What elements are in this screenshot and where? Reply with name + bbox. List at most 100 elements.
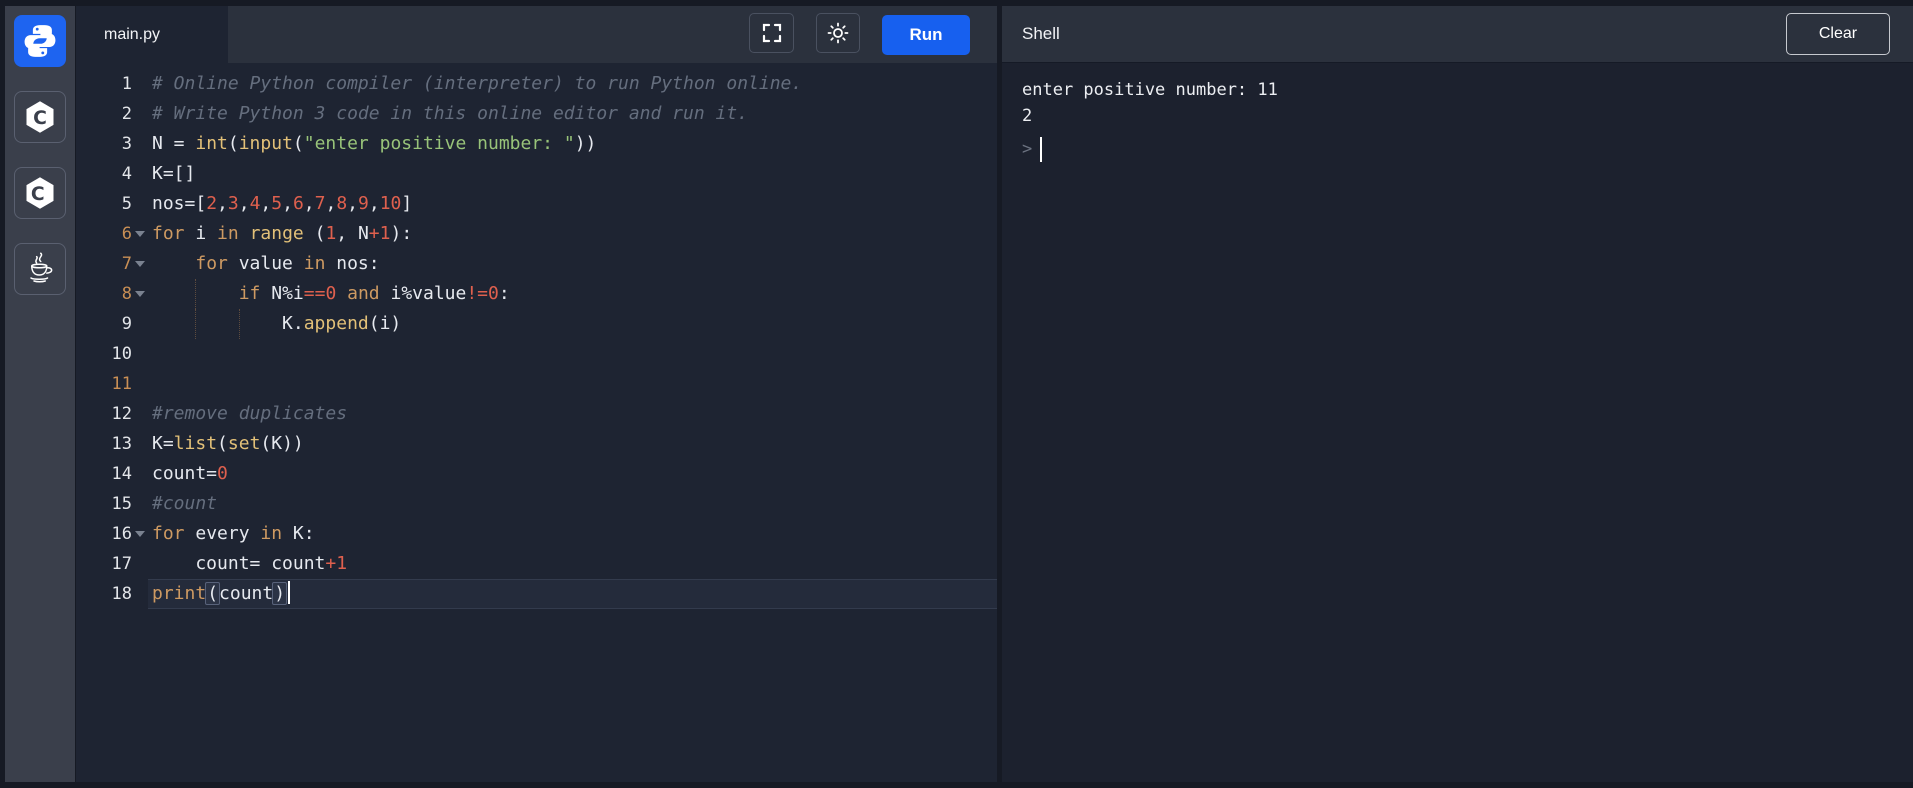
code-text: #count [148, 489, 997, 519]
token-pl: i [185, 223, 218, 244]
theme-toggle-button[interactable] [816, 13, 860, 53]
sidebar-item-c[interactable]: C [14, 91, 66, 143]
fold-slot [132, 219, 148, 249]
c-icon: C [22, 99, 58, 135]
token-pl: nos=[ [152, 193, 206, 214]
fold-slot [132, 549, 148, 579]
gutter-cell: 3 [76, 129, 148, 159]
token-num: 3 [228, 193, 239, 214]
fold-slot [132, 399, 148, 429]
token-pl: count [219, 583, 273, 604]
svg-text:C: C [33, 108, 47, 129]
fold-slot [132, 339, 148, 369]
token-brkt: ( [205, 582, 220, 605]
gutter-cell: 13 [76, 429, 148, 459]
sidebar-item-python[interactable] [14, 15, 66, 67]
token-num: 8 [336, 193, 347, 214]
code-text: if N%i==0 and i%value!=0: [148, 279, 997, 309]
shell-prompt-row[interactable]: > [1022, 134, 1913, 164]
fold-toggle-icon[interactable] [135, 231, 145, 237]
shell-header: Shell Clear [1002, 6, 1913, 63]
code-line[interactable]: 4K=[] [76, 159, 997, 189]
code-line[interactable]: 14count=0 [76, 459, 997, 489]
token-kw: in [304, 253, 326, 274]
line-number: 16 [112, 519, 132, 549]
fold-toggle-icon[interactable] [135, 291, 145, 297]
token-pl: , [325, 193, 336, 214]
code-line[interactable]: 8 if N%i==0 and i%value!=0: [76, 279, 997, 309]
code-line[interactable]: 6for i in range (1, N+1): [76, 219, 997, 249]
clear-button[interactable]: Clear [1786, 13, 1890, 55]
line-number: 14 [112, 459, 132, 489]
line-number: 9 [122, 309, 132, 339]
token-num: 0 [325, 283, 336, 304]
code-line[interactable]: 9 K.append(i) [76, 309, 997, 339]
fold-slot [132, 159, 148, 189]
code-line[interactable]: 10 [76, 339, 997, 369]
gutter-cell: 8 [76, 279, 148, 309]
code-line[interactable]: 3N = int(input("enter positive number: "… [76, 129, 997, 159]
line-number: 5 [122, 189, 132, 219]
gutter-cell: 16 [76, 519, 148, 549]
editor-cursor [288, 581, 290, 604]
sidebar-item-java[interactable] [14, 243, 66, 295]
code-text: # Online Python compiler (interpreter) t… [148, 69, 997, 99]
code-line[interactable]: 16for every in K: [76, 519, 997, 549]
shell-cursor [1040, 137, 1042, 162]
code-line[interactable]: 18print(count) [76, 579, 997, 609]
token-pl: , [347, 193, 358, 214]
token-num: 2 [206, 193, 217, 214]
token-op: + [369, 223, 380, 244]
language-sidebar: C C [5, 6, 75, 782]
code-line[interactable]: 12 #remove duplicates [76, 399, 997, 429]
token-kw: for [152, 523, 185, 544]
code-line[interactable]: 5nos=[2,3,4,5,6,7,8,9,10] [76, 189, 997, 219]
token-pl: , N [336, 223, 369, 244]
token-pl [239, 223, 250, 244]
token-num: 1 [336, 553, 347, 574]
token-fn: append [304, 313, 369, 334]
token-pl: K=[] [152, 163, 195, 184]
code-line[interactable]: 2# Write Python 3 code in this online ed… [76, 99, 997, 129]
run-button[interactable]: Run [882, 15, 970, 55]
token-kw: in [217, 223, 239, 244]
indent-guide [195, 309, 196, 339]
code-line[interactable]: 11 [76, 369, 997, 399]
fullscreen-button[interactable] [749, 13, 794, 53]
code-line[interactable]: 7 for value in nos: [76, 249, 997, 279]
gutter-cell: 17 [76, 549, 148, 579]
shell-output[interactable]: enter positive number: 112 > [1002, 63, 1913, 782]
token-num: 1 [325, 223, 336, 244]
code-text: for value in nos: [148, 249, 997, 279]
code-text: count= count+1 [148, 549, 997, 579]
tab-main-py[interactable]: main.py [76, 6, 228, 63]
cpp-icon: C [22, 175, 58, 211]
code-text: #remove duplicates [148, 399, 997, 429]
fold-slot [132, 249, 148, 279]
token-fn: int [195, 133, 228, 154]
line-number: 7 [122, 249, 132, 279]
gutter-cell: 14 [76, 459, 148, 489]
code-line[interactable]: 13K=list(set(K)) [76, 429, 997, 459]
token-com: #count [152, 493, 217, 514]
fold-slot [132, 99, 148, 129]
token-op: == [304, 283, 326, 304]
fold-slot [132, 429, 148, 459]
token-num: 0 [488, 283, 499, 304]
token-pl: K: [282, 523, 315, 544]
gutter-cell: 10 [76, 339, 148, 369]
code-line[interactable]: 17 count= count+1 [76, 549, 997, 579]
line-number: 12 [112, 399, 132, 429]
code-line[interactable]: 15#count [76, 489, 997, 519]
fold-toggle-icon[interactable] [135, 531, 145, 537]
code-editor[interactable]: 1 # Online Python compiler (interpreter) … [76, 63, 997, 782]
token-pl: K= [152, 433, 174, 454]
token-com: #remove duplicates [152, 403, 347, 424]
token-com: # Write Python 3 code in this online edi… [152, 103, 748, 124]
sidebar-item-cpp[interactable]: C [14, 167, 66, 219]
fold-toggle-icon[interactable] [135, 261, 145, 267]
code-line[interactable]: 1# Online Python compiler (interpreter) … [76, 69, 997, 99]
token-pl: nos: [325, 253, 379, 274]
token-pl: N = [152, 133, 195, 154]
token-num: 7 [315, 193, 326, 214]
